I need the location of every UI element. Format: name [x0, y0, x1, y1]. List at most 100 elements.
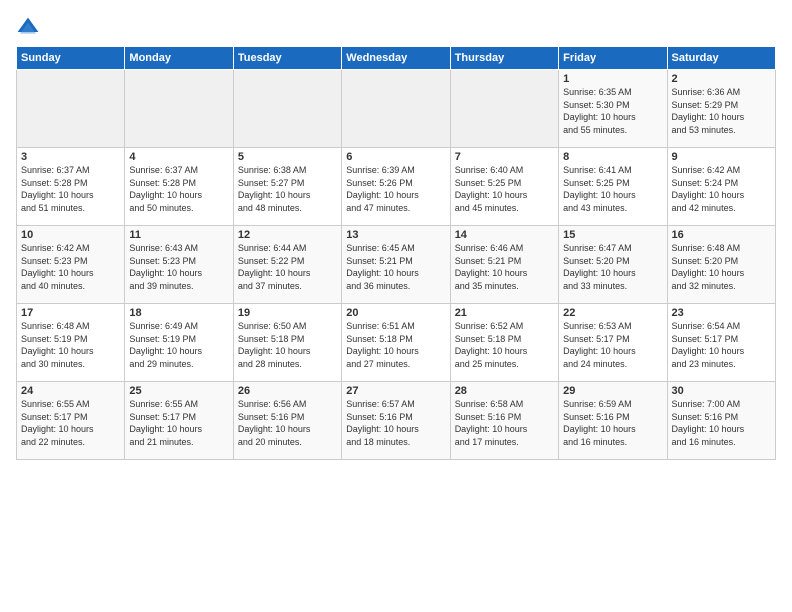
calendar-cell: 6Sunrise: 6:39 AM Sunset: 5:26 PM Daylig… — [342, 148, 450, 226]
calendar-cell: 12Sunrise: 6:44 AM Sunset: 5:22 PM Dayli… — [233, 226, 341, 304]
day-number: 20 — [346, 307, 445, 319]
day-info: Sunrise: 6:50 AM Sunset: 5:18 PM Dayligh… — [238, 320, 337, 370]
calendar-cell: 11Sunrise: 6:43 AM Sunset: 5:23 PM Dayli… — [125, 226, 233, 304]
day-number: 1 — [563, 73, 662, 85]
day-info: Sunrise: 6:56 AM Sunset: 5:16 PM Dayligh… — [238, 398, 337, 448]
day-info: Sunrise: 6:37 AM Sunset: 5:28 PM Dayligh… — [129, 164, 228, 214]
day-number: 30 — [672, 385, 771, 397]
calendar-cell: 28Sunrise: 6:58 AM Sunset: 5:16 PM Dayli… — [450, 382, 558, 460]
day-number: 10 — [21, 229, 120, 241]
calendar-cell: 7Sunrise: 6:40 AM Sunset: 5:25 PM Daylig… — [450, 148, 558, 226]
day-info: Sunrise: 6:42 AM Sunset: 5:24 PM Dayligh… — [672, 164, 771, 214]
day-number: 28 — [455, 385, 554, 397]
header-row-days: SundayMondayTuesdayWednesdayThursdayFrid… — [17, 47, 776, 70]
header-day-saturday: Saturday — [667, 47, 775, 70]
calendar-cell: 15Sunrise: 6:47 AM Sunset: 5:20 PM Dayli… — [559, 226, 667, 304]
calendar-cell: 29Sunrise: 6:59 AM Sunset: 5:16 PM Dayli… — [559, 382, 667, 460]
calendar-week-0: 1Sunrise: 6:35 AM Sunset: 5:30 PM Daylig… — [17, 70, 776, 148]
day-number: 16 — [672, 229, 771, 241]
day-number: 4 — [129, 151, 228, 163]
day-info: Sunrise: 6:35 AM Sunset: 5:30 PM Dayligh… — [563, 86, 662, 136]
day-info: Sunrise: 6:49 AM Sunset: 5:19 PM Dayligh… — [129, 320, 228, 370]
calendar-week-3: 17Sunrise: 6:48 AM Sunset: 5:19 PM Dayli… — [17, 304, 776, 382]
day-number: 6 — [346, 151, 445, 163]
calendar-table: SundayMondayTuesdayWednesdayThursdayFrid… — [16, 46, 776, 460]
calendar-cell: 22Sunrise: 6:53 AM Sunset: 5:17 PM Dayli… — [559, 304, 667, 382]
calendar-cell: 2Sunrise: 6:36 AM Sunset: 5:29 PM Daylig… — [667, 70, 775, 148]
day-info: Sunrise: 6:52 AM Sunset: 5:18 PM Dayligh… — [455, 320, 554, 370]
day-number: 23 — [672, 307, 771, 319]
calendar-cell — [342, 70, 450, 148]
calendar-cell — [17, 70, 125, 148]
day-info: Sunrise: 6:38 AM Sunset: 5:27 PM Dayligh… — [238, 164, 337, 214]
calendar-cell: 17Sunrise: 6:48 AM Sunset: 5:19 PM Dayli… — [17, 304, 125, 382]
calendar-cell: 21Sunrise: 6:52 AM Sunset: 5:18 PM Dayli… — [450, 304, 558, 382]
day-number: 24 — [21, 385, 120, 397]
calendar-cell — [233, 70, 341, 148]
header-day-friday: Friday — [559, 47, 667, 70]
day-number: 3 — [21, 151, 120, 163]
day-info: Sunrise: 6:57 AM Sunset: 5:16 PM Dayligh… — [346, 398, 445, 448]
calendar-cell: 23Sunrise: 6:54 AM Sunset: 5:17 PM Dayli… — [667, 304, 775, 382]
calendar-cell: 24Sunrise: 6:55 AM Sunset: 5:17 PM Dayli… — [17, 382, 125, 460]
header-day-tuesday: Tuesday — [233, 47, 341, 70]
day-info: Sunrise: 6:46 AM Sunset: 5:21 PM Dayligh… — [455, 242, 554, 292]
day-number: 8 — [563, 151, 662, 163]
calendar-cell: 30Sunrise: 7:00 AM Sunset: 5:16 PM Dayli… — [667, 382, 775, 460]
calendar-week-4: 24 Sunrise: 6:55 AM Sunset: 5:17 PM Dayli… — [17, 382, 776, 460]
calendar-cell: 10Sunrise: 6:42 AM Sunset: 5:23 PM Dayli… — [17, 226, 125, 304]
calendar-header: SundayMondayTuesdayWednesdayThursdayFrid… — [17, 47, 776, 70]
calendar-cell: 16Sunrise: 6:48 AM Sunset: 5:20 PM Dayli… — [667, 226, 775, 304]
day-info: Sunrise: 6:58 AM Sunset: 5:16 PM Dayligh… — [455, 398, 554, 448]
day-number: 27 — [346, 385, 445, 397]
day-info: Sunrise: 6:47 AM Sunset: 5:20 PM Dayligh… — [563, 242, 662, 292]
calendar-cell: 20Sunrise: 6:51 AM Sunset: 5:18 PM Dayli… — [342, 304, 450, 382]
day-number: 7 — [455, 151, 554, 163]
day-info: Sunrise: 6:54 AM Sunset: 5:17 PM Dayligh… — [672, 320, 771, 370]
day-number: 13 — [346, 229, 445, 241]
header-day-monday: Monday — [125, 47, 233, 70]
day-info: Sunrise: 6:39 AM Sunset: 5:26 PM Dayligh… — [346, 164, 445, 214]
calendar-cell: 19Sunrise: 6:50 AM Sunset: 5:18 PM Dayli… — [233, 304, 341, 382]
calendar-cell: 4Sunrise: 6:37 AM Sunset: 5:28 PM Daylig… — [125, 148, 233, 226]
calendar-cell — [450, 70, 558, 148]
calendar-week-2: 10Sunrise: 6:42 AM Sunset: 5:23 PM Dayli… — [17, 226, 776, 304]
calendar-cell: 25Sunrise: 6:55 AM Sunset: 5:17 PM Dayli… — [125, 382, 233, 460]
calendar-cell: 8Sunrise: 6:41 AM Sunset: 5:25 PM Daylig… — [559, 148, 667, 226]
day-info: Sunrise: 6:45 AM Sunset: 5:21 PM Dayligh… — [346, 242, 445, 292]
day-number: 18 — [129, 307, 228, 319]
day-number: 12 — [238, 229, 337, 241]
day-info: Sunrise: 6:55 AM Sunset: 5:17 PM Dayligh… — [129, 398, 228, 448]
calendar-cell — [125, 70, 233, 148]
day-info: Sunrise: 6:40 AM Sunset: 5:25 PM Dayligh… — [455, 164, 554, 214]
day-info: Sunrise: 6:48 AM Sunset: 5:20 PM Dayligh… — [672, 242, 771, 292]
calendar-week-1: 3Sunrise: 6:37 AM Sunset: 5:28 PM Daylig… — [17, 148, 776, 226]
calendar-cell: 27Sunrise: 6:57 AM Sunset: 5:16 PM Dayli… — [342, 382, 450, 460]
header-day-sunday: Sunday — [17, 47, 125, 70]
calendar-cell: 18Sunrise: 6:49 AM Sunset: 5:19 PM Dayli… — [125, 304, 233, 382]
day-number: 26 — [238, 385, 337, 397]
logo — [16, 16, 44, 40]
calendar-cell: 9Sunrise: 6:42 AM Sunset: 5:24 PM Daylig… — [667, 148, 775, 226]
day-info: Sunrise: 6:59 AM Sunset: 5:16 PM Dayligh… — [563, 398, 662, 448]
day-info: Sunrise: 6:41 AM Sunset: 5:25 PM Dayligh… — [563, 164, 662, 214]
day-number: 9 — [672, 151, 771, 163]
day-number: 21 — [455, 307, 554, 319]
day-number: 2 — [672, 73, 771, 85]
logo-icon — [16, 16, 40, 40]
day-number: 11 — [129, 229, 228, 241]
day-number: 5 — [238, 151, 337, 163]
day-info: Sunrise: 6:37 AM Sunset: 5:28 PM Dayligh… — [21, 164, 120, 214]
day-info: Sunrise: 6:42 AM Sunset: 5:23 PM Dayligh… — [21, 242, 120, 292]
day-number: 25 — [129, 385, 228, 397]
day-number: 14 — [455, 229, 554, 241]
calendar-cell: 26Sunrise: 6:56 AM Sunset: 5:16 PM Dayli… — [233, 382, 341, 460]
calendar-cell: 1Sunrise: 6:35 AM Sunset: 5:30 PM Daylig… — [559, 70, 667, 148]
day-info: Sunrise: 6:51 AM Sunset: 5:18 PM Dayligh… — [346, 320, 445, 370]
day-number: 29 — [563, 385, 662, 397]
day-number: 15 — [563, 229, 662, 241]
day-number: 22 — [563, 307, 662, 319]
header-day-thursday: Thursday — [450, 47, 558, 70]
day-number: 17 — [21, 307, 120, 319]
day-info: Sunrise: 6:53 AM Sunset: 5:17 PM Dayligh… — [563, 320, 662, 370]
